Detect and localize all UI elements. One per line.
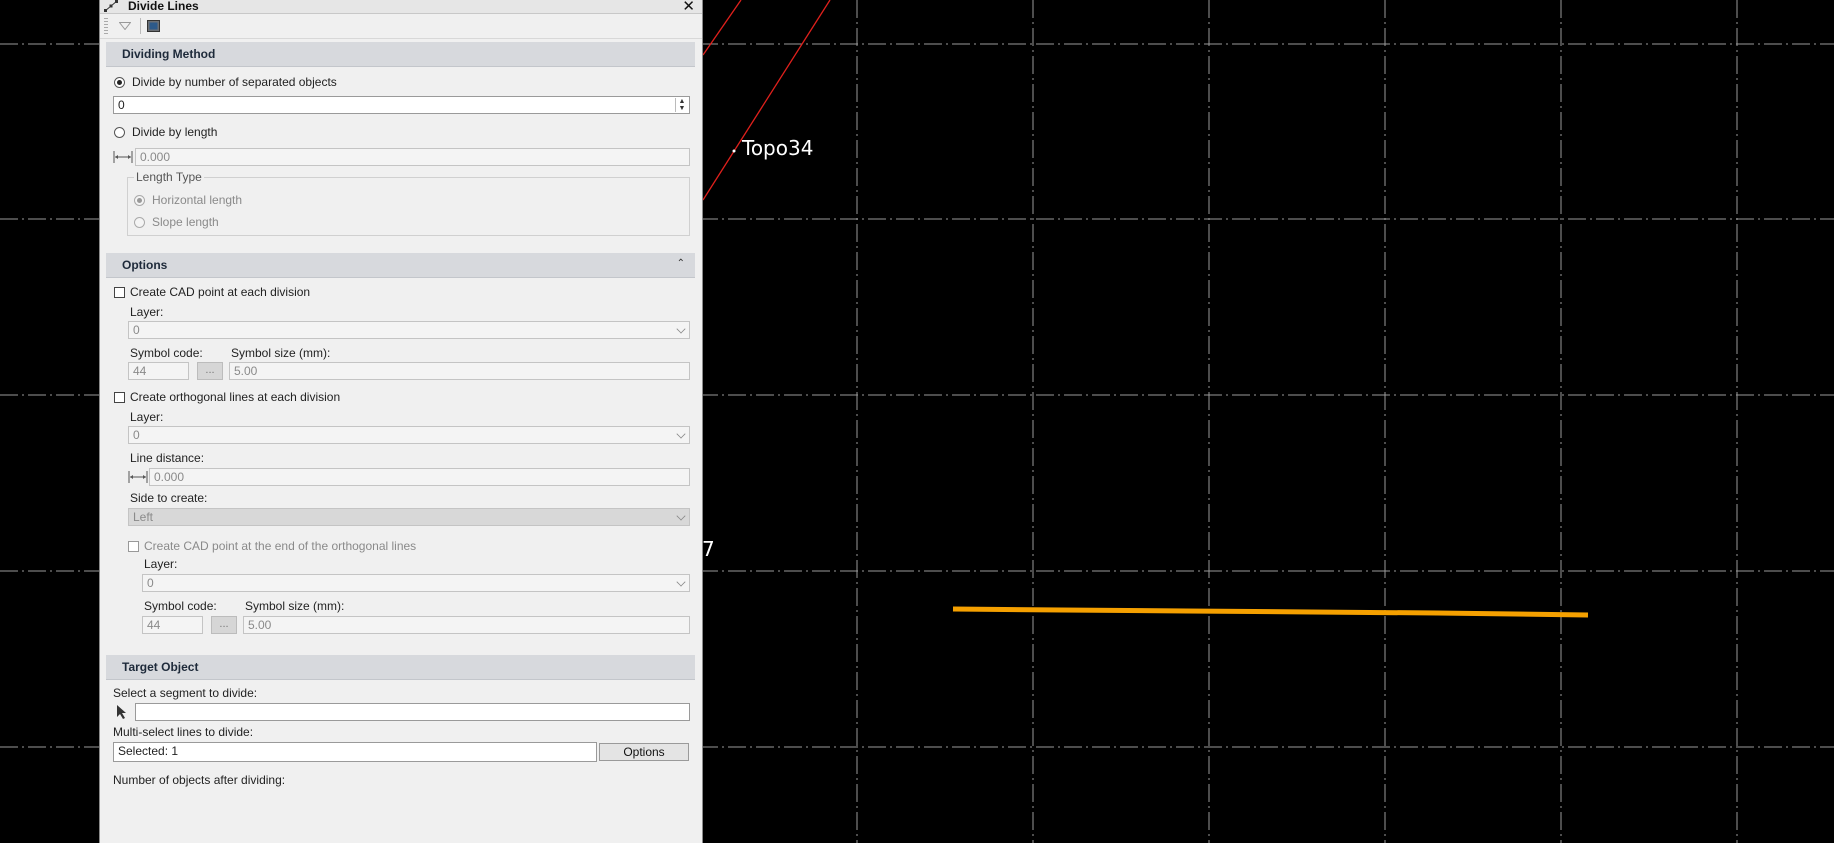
end-point-symbol-size-label: Symbol size (mm): [245,599,345,613]
options-button[interactable]: Options [599,743,689,761]
cad-point-label[interactable]: Create CAD point at each division [130,285,310,299]
length-measure-icon [113,151,133,163]
length-input[interactable]: 0.000 [135,148,690,166]
triangle-down-icon[interactable] [116,17,134,35]
red-line-upper[interactable] [702,0,742,56]
line-distance-measure-icon [128,471,148,483]
cad-point-symbol-code-input[interactable]: 44 [128,362,189,380]
orthogonal-layer-label: Layer: [130,410,164,424]
multi-select-field[interactable]: Selected: 1 [113,742,597,762]
toolbar-separator [140,18,141,34]
chevron-down-icon [676,429,686,439]
divide-by-length-label[interactable]: Divide by length [132,125,217,139]
section-options[interactable]: Options ⌃ [106,253,695,278]
chevron-down-icon [676,577,686,587]
red-line-lower[interactable] [702,0,831,201]
section-dividing-method[interactable]: Dividing Method [106,42,695,67]
cursor-pick-icon[interactable] [116,704,128,720]
number-spinner[interactable]: ▲ ▼ [675,98,688,112]
checkbox-cad-point[interactable] [114,287,125,298]
divide-lines-panel: Divide Lines ✕ Dividing Method Divide by… [99,0,703,843]
close-button[interactable]: ✕ [682,0,695,15]
cad-point-symbol-size-input[interactable]: 5.00 [229,362,690,380]
panel-toolbar [100,14,702,39]
number-of-objects-input[interactable]: 0 ▲ ▼ [113,96,690,114]
side-to-create-select[interactable]: Left [128,508,690,526]
orthogonal-layer-value: 0 [133,428,140,442]
radio-horizontal-length[interactable] [134,195,145,206]
radio-divide-by-length[interactable] [114,127,125,138]
select-segment-input[interactable] [135,703,690,721]
end-point-layer-select[interactable]: 0 [142,574,690,592]
slope-length-label[interactable]: Slope length [152,215,219,229]
length-type-title: Length Type [134,170,204,184]
divide-by-number-label[interactable]: Divide by number of separated objects [132,75,337,89]
cad-point-symbol-size-label: Symbol size (mm): [231,346,331,360]
end-point-symbol-code-input[interactable]: 44 [142,616,203,634]
toolbar-grip[interactable] [104,18,108,34]
chevron-down-icon [676,324,686,334]
side-to-create-label: Side to create: [130,491,208,505]
line-distance-input[interactable]: 0.000 [149,468,690,486]
horizontal-length-label[interactable]: Horizontal length [152,193,242,207]
section-target-object[interactable]: Target Object [106,655,695,680]
end-point-layer-label: Layer: [144,557,178,571]
topo34-label: Topo34 [742,136,814,160]
checkbox-orthogonal-lines[interactable] [114,392,125,403]
orthogonal-layer-select[interactable]: 0 [128,426,690,444]
cad-point-layer-label: Layer: [130,305,164,319]
options-title: Options [122,258,168,272]
target-object-title: Target Object [122,660,199,674]
side-to-create-value: Left [133,510,154,524]
checkbox-end-point[interactable] [128,541,139,552]
select-segment-label: Select a segment to divide: [113,686,258,700]
divide-lines-icon [104,0,118,12]
cad-point-symbol-browse-button[interactable]: ... [197,362,223,380]
panel-titlebar[interactable]: Divide Lines ✕ [100,0,702,15]
end-point-symbol-browse-button[interactable]: ... [211,616,237,634]
dividing-method-title: Dividing Method [122,47,216,61]
cad-point-symbol-code-label: Symbol code: [130,346,203,360]
cad-point-layer-value: 0 [133,323,140,337]
partial-point-label: 7 [702,537,715,561]
end-point-layer-value: 0 [147,576,154,590]
end-point-label[interactable]: Create CAD point at the end of the ortho… [144,539,416,553]
length-type-group: Length Type Horizontal length Slope leng… [127,170,690,236]
end-point-symbol-size-input[interactable]: 5.00 [243,616,690,634]
collapse-icon[interactable]: ⌃ [677,258,685,269]
end-point-symbol-code-label: Symbol code: [144,599,217,613]
panel-title: Divide Lines [128,0,199,13]
topo34-point[interactable] [732,149,736,153]
chevron-down-icon [676,511,686,521]
cad-point-layer-select[interactable]: 0 [128,321,690,339]
radio-divide-by-number[interactable] [114,77,125,88]
multi-select-label: Multi-select lines to divide: [113,725,254,739]
number-of-objects-value: 0 [118,98,125,112]
orange-polyline[interactable] [952,606,1589,618]
objects-after-dividing-label: Number of objects after dividing: [113,773,286,787]
properties-icon[interactable] [144,17,162,35]
radio-slope-length[interactable] [134,217,145,228]
line-distance-label: Line distance: [130,451,205,465]
orthogonal-lines-label[interactable]: Create orthogonal lines at each division [130,390,340,404]
